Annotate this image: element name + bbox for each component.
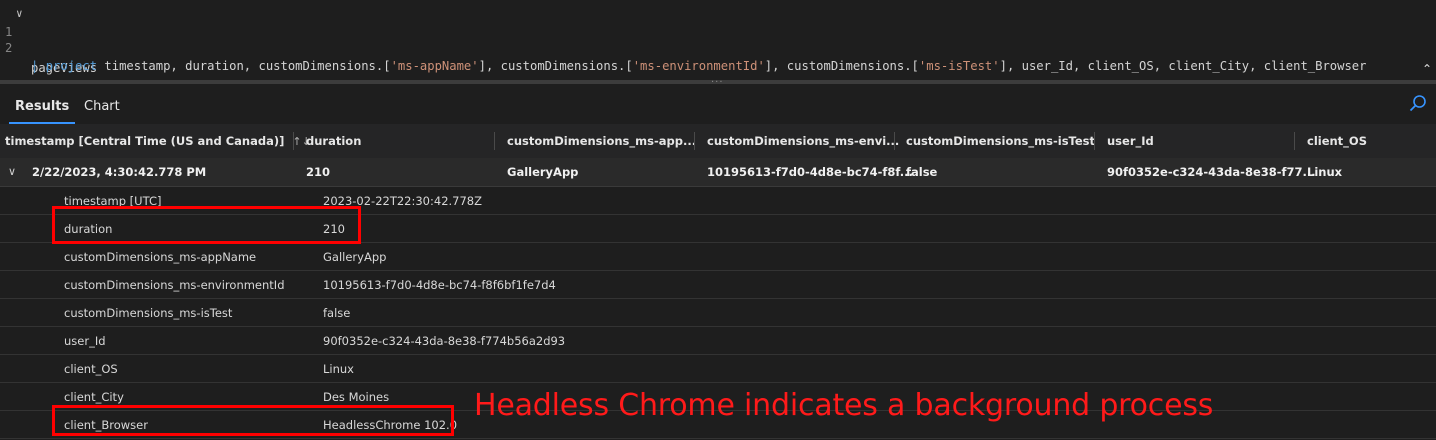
highlight-box-duration bbox=[52, 206, 361, 244]
annotation-text: Headless Chrome indicates a background p… bbox=[474, 388, 1214, 423]
column-divider[interactable] bbox=[1094, 132, 1095, 150]
column-header-user-id[interactable]: user_Id bbox=[1107, 124, 1154, 158]
detail-value: Linux bbox=[323, 362, 354, 376]
code-text: | project timestamp, duration, customDim… bbox=[31, 59, 1367, 73]
detail-row[interactable]: customDimensions_ms-isTest false bbox=[0, 298, 1436, 327]
detail-key: customDimensions_ms-environmentId bbox=[64, 278, 285, 292]
grip-icon[interactable]: ··· bbox=[711, 78, 724, 88]
chevron-down-icon[interactable]: ∨ bbox=[8, 158, 16, 186]
detail-value: GalleryApp bbox=[323, 250, 387, 264]
detail-row[interactable]: customDimensions_ms-appName GalleryApp bbox=[0, 242, 1436, 271]
detail-key: customDimensions_ms-isTest bbox=[64, 306, 233, 320]
column-header-appname[interactable]: customDimensions_ms-app... bbox=[507, 124, 696, 158]
detail-value: 10195613-f7d0-4d8e-bc74-f8f6bf1fe7d4 bbox=[323, 278, 556, 292]
detail-key: client_OS bbox=[64, 362, 118, 376]
column-header-istest[interactable]: customDimensions_ms-isTest bbox=[906, 124, 1095, 158]
double-chevron-up-icon[interactable]: ⌃ bbox=[1422, 62, 1432, 76]
column-divider[interactable] bbox=[293, 132, 294, 150]
highlight-box-client-browser bbox=[52, 405, 454, 436]
cell-user-id: 90f0352e-c324-43da-8e38-f77... bbox=[1107, 165, 1316, 179]
cell-client-os: Linux bbox=[1307, 165, 1343, 179]
column-divider[interactable] bbox=[894, 132, 895, 150]
grid-header: timestamp [Central Time (US and Canada)]… bbox=[0, 124, 1436, 159]
cell-environment: 10195613-f7d0-4d8e-bc74-f8f... bbox=[707, 165, 913, 179]
column-divider[interactable] bbox=[1294, 132, 1295, 150]
line-number: 2 bbox=[5, 41, 13, 55]
detail-value: false bbox=[323, 306, 351, 320]
column-header-client-os[interactable]: client_OS bbox=[1307, 124, 1367, 158]
tab-results[interactable]: Results bbox=[8, 88, 76, 124]
detail-row[interactable]: customDimensions_ms-environmentId 101956… bbox=[0, 270, 1436, 299]
detail-row[interactable]: client_OS Linux bbox=[0, 354, 1436, 383]
cell-timestamp: 2/22/2023, 4:30:42.778 PM bbox=[32, 165, 207, 179]
column-header-environment[interactable]: customDimensions_ms-envi... bbox=[707, 124, 899, 158]
tab-chart[interactable]: Chart bbox=[84, 88, 120, 124]
column-header-duration[interactable]: duration bbox=[306, 124, 361, 158]
cell-duration: 210 bbox=[306, 165, 331, 179]
column-divider[interactable] bbox=[494, 132, 495, 150]
detail-value: 90f0352e-c324-43da-8e38-f774b56a2d93 bbox=[323, 334, 566, 348]
results-tabs: Results Chart bbox=[0, 88, 1436, 124]
column-divider[interactable] bbox=[694, 132, 695, 150]
code-line-2[interactable]: 2 | project timestamp, duration, customD… bbox=[0, 21, 1366, 73]
detail-key: customDimensions_ms-appName bbox=[64, 250, 257, 264]
detail-key: user_Id bbox=[64, 334, 106, 348]
query-editor[interactable]: 1 ∨ pageViews 2 | project timestamp, dur… bbox=[0, 0, 1436, 80]
search-icon[interactable] bbox=[1408, 94, 1428, 114]
cell-istest: false bbox=[906, 165, 938, 179]
column-header-timestamp[interactable]: timestamp [Central Time (US and Canada)]… bbox=[5, 124, 311, 158]
detail-row[interactable]: user_Id 90f0352e-c324-43da-8e38-f774b56a… bbox=[0, 326, 1436, 355]
cell-appname: GalleryApp bbox=[507, 165, 579, 179]
table-row[interactable]: ∨ 2/22/2023, 4:30:42.778 PM 210 GalleryA… bbox=[0, 158, 1436, 187]
